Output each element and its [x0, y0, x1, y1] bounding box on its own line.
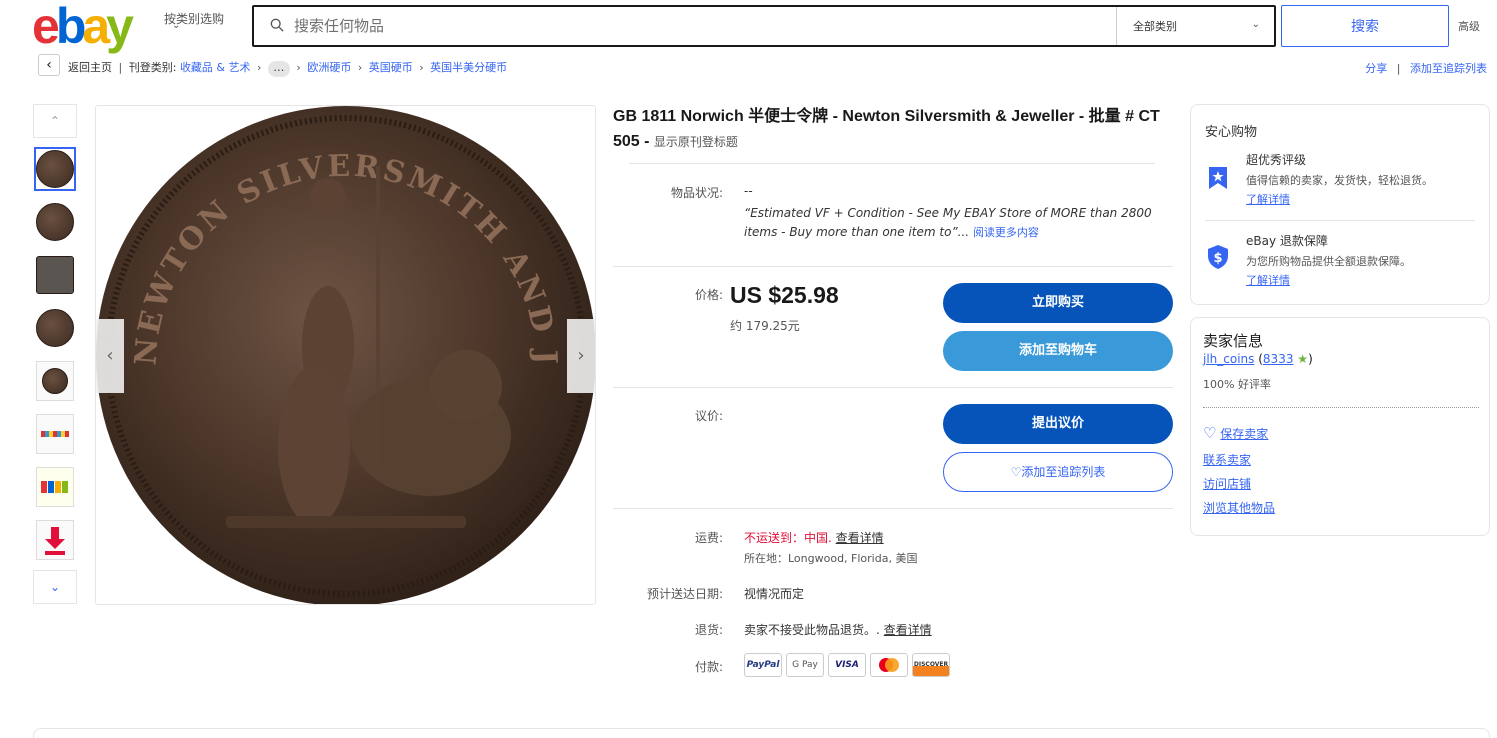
guarantee-desc: 为您所购物品提供全额退款保障。: [1246, 255, 1411, 268]
add-watchlist-link[interactable]: 添加至追踪列表: [1410, 62, 1487, 75]
top-rated-desc: 值得信赖的卖家，发货快，轻松退货。: [1246, 174, 1433, 187]
delivery-value: 视情况而定: [744, 587, 805, 601]
price-approx: 约 179.25元: [730, 319, 800, 333]
returns-label: 退货:: [694, 623, 723, 637]
category-select[interactable]: 全部类别 ⌄: [1116, 7, 1276, 45]
condition-description: “Estimated VF + Condition - See My EBAY …: [744, 206, 1152, 239]
payment-label: 付款:: [694, 660, 723, 674]
next-image-button[interactable]: ›: [567, 319, 595, 393]
item-title: GB 1811 Norwich 半便士令牌 - Newton Silversmi…: [613, 108, 1160, 150]
learn-more-link[interactable]: 了解详情: [1246, 272, 1290, 288]
returns-details-link[interactable]: 查看详情: [884, 623, 932, 637]
card-title: 安心购物: [1205, 125, 1258, 140]
star-icon: ★: [1297, 352, 1309, 366]
thumbnail[interactable]: [34, 306, 76, 350]
prev-image-button[interactable]: ‹: [96, 319, 124, 393]
seller-info-title: 卖家信息: [1203, 332, 1264, 350]
down-arrow-icon: [45, 527, 65, 555]
price-value: US $25.98: [730, 282, 839, 308]
chevron-left-icon: ‹: [106, 345, 114, 366]
search-input[interactable]: [294, 15, 1094, 37]
chevron-left-icon: ‹: [46, 57, 52, 73]
top-rated-title: 超优秀评级: [1246, 153, 1307, 167]
thumbnail[interactable]: [34, 200, 76, 244]
offer-label: 议价:: [694, 409, 723, 423]
breadcrumb-item[interactable]: 英国硬币: [369, 61, 413, 74]
shipping-value: 不运送到：中国. 查看详情: [744, 531, 884, 545]
share-link[interactable]: 分享: [1365, 62, 1387, 75]
shipping-label: 运费:: [694, 531, 723, 545]
svg-text:$: $: [1213, 251, 1222, 266]
seller-name-row: jlh_coins (8333 ★): [1203, 352, 1313, 366]
thumbnail[interactable]: [34, 518, 76, 562]
buy-now-button[interactable]: 立即购买: [943, 283, 1173, 323]
thumbnail[interactable]: [34, 253, 76, 297]
positive-feedback: 100% 好评率: [1203, 378, 1271, 391]
item-location: 所在地：Longwood, Florida, 美国: [744, 552, 918, 565]
add-watchlist-button[interactable]: ♡添加至追踪列表: [943, 452, 1173, 492]
listed-in-label: 刊登类别:: [128, 61, 177, 74]
item-info: GB 1811 Norwich 半便士令牌 - Newton Silversmi…: [613, 104, 1173, 677]
learn-more-link[interactable]: 了解详情: [1246, 191, 1290, 207]
more-breadcrumbs-button[interactable]: …: [267, 61, 290, 77]
returns-value: 卖家不接受此物品退货。. 查看详情: [744, 623, 932, 637]
heart-icon: ♡: [1010, 465, 1022, 479]
ebay-logo-icon: [41, 481, 68, 493]
show-original-title-link[interactable]: 显示原刊登标题: [654, 135, 738, 149]
price-label: 价格:: [694, 288, 723, 302]
chevron-down-icon: ⌄: [49, 580, 61, 594]
thumbnail[interactable]: [34, 147, 76, 191]
coin-image: NEWTON SILVERSMITH AND JEWELLER: [96, 106, 595, 604]
read-more-link[interactable]: 阅读更多内容: [973, 226, 1039, 239]
thumbs-down-button[interactable]: ⌄: [33, 570, 77, 604]
seller-info-card: 卖家信息 jlh_coins (8333 ★) 100% 好评率 ♡ 保存卖家 …: [1190, 317, 1490, 536]
thumbnail[interactable]: [34, 412, 76, 456]
bottom-section: [33, 728, 1490, 738]
chevron-right-icon: ›: [577, 345, 585, 366]
feedback-score-link[interactable]: 8333: [1263, 352, 1294, 366]
delivery-label: 预计送达日期:: [646, 587, 723, 601]
paypal-icon: PayPal: [744, 653, 782, 677]
discover-icon: DISCOVER: [912, 653, 950, 677]
add-to-cart-button[interactable]: 添加至购物车: [943, 331, 1173, 371]
make-offer-button[interactable]: 提出议价: [943, 404, 1173, 444]
breadcrumb-item[interactable]: 欧洲硬币: [307, 61, 351, 74]
shop-with-confidence-card: 安心购物 超优秀评级 值得信赖的卖家，发货快，轻松退货。 了解详情 $ eBay…: [1190, 104, 1490, 305]
back-home-link[interactable]: 返回主页: [68, 61, 112, 74]
main-image[interactable]: NEWTON SILVERSMITH AND JEWELLER ‹ ›: [95, 105, 596, 605]
seller-name-link[interactable]: jlh_coins: [1203, 352, 1254, 366]
back-button[interactable]: ‹: [38, 54, 60, 76]
thumbnail-strip: ⌃ ⌄: [33, 104, 78, 604]
save-seller-link[interactable]: ♡ 保存卖家: [1203, 424, 1268, 442]
thumbs-up-button[interactable]: ⌃: [33, 104, 77, 138]
breadcrumb-item[interactable]: 英国半美分硬币: [430, 61, 507, 74]
ebay-logo[interactable]: ebay: [32, 1, 134, 51]
contact-seller-link[interactable]: 联系卖家: [1203, 451, 1251, 468]
condition-value: --: [744, 184, 753, 198]
breadcrumb: ‹ 返回主页 | 刊登类别: 收藏品 & 艺术 › … › 欧洲硬币 › 英国硬…: [0, 54, 1497, 80]
guarantee-title: eBay 退款保障: [1246, 234, 1328, 248]
thumbnail[interactable]: [34, 465, 76, 509]
google-pay-icon: G Pay: [786, 653, 824, 677]
visit-store-link[interactable]: 访问店铺: [1203, 475, 1251, 492]
breadcrumb-item[interactable]: 收藏品 & 艺术: [180, 61, 251, 74]
shop-by-category-button[interactable]: 按类别选购 ⌄: [164, 10, 236, 31]
other-items-link[interactable]: 浏览其他物品: [1203, 499, 1275, 516]
chevron-up-icon: ⌃: [49, 114, 61, 128]
thumbnail[interactable]: [34, 359, 76, 403]
search-button[interactable]: 搜索: [1281, 5, 1449, 47]
shield-icon: $: [1208, 245, 1228, 269]
visa-icon: VISA: [828, 653, 866, 677]
header: ebay 按类别选购 ⌄ 全部类别 ⌄ 搜索 高级: [0, 0, 1497, 52]
search-bar: 全部类别 ⌄: [252, 5, 1276, 47]
search-icon: [270, 18, 284, 32]
advanced-search-link[interactable]: 高级: [1458, 18, 1480, 34]
heart-icon: ♡: [1203, 424, 1217, 442]
chevron-down-icon: ⌄: [172, 20, 181, 31]
shipping-details-link[interactable]: 查看详情: [836, 531, 884, 545]
condition-label: 物品状况:: [670, 186, 723, 200]
ribbon-icon: [1209, 167, 1227, 189]
mastercard-icon: [870, 653, 908, 677]
chevron-down-icon: ⌄: [1251, 19, 1260, 30]
